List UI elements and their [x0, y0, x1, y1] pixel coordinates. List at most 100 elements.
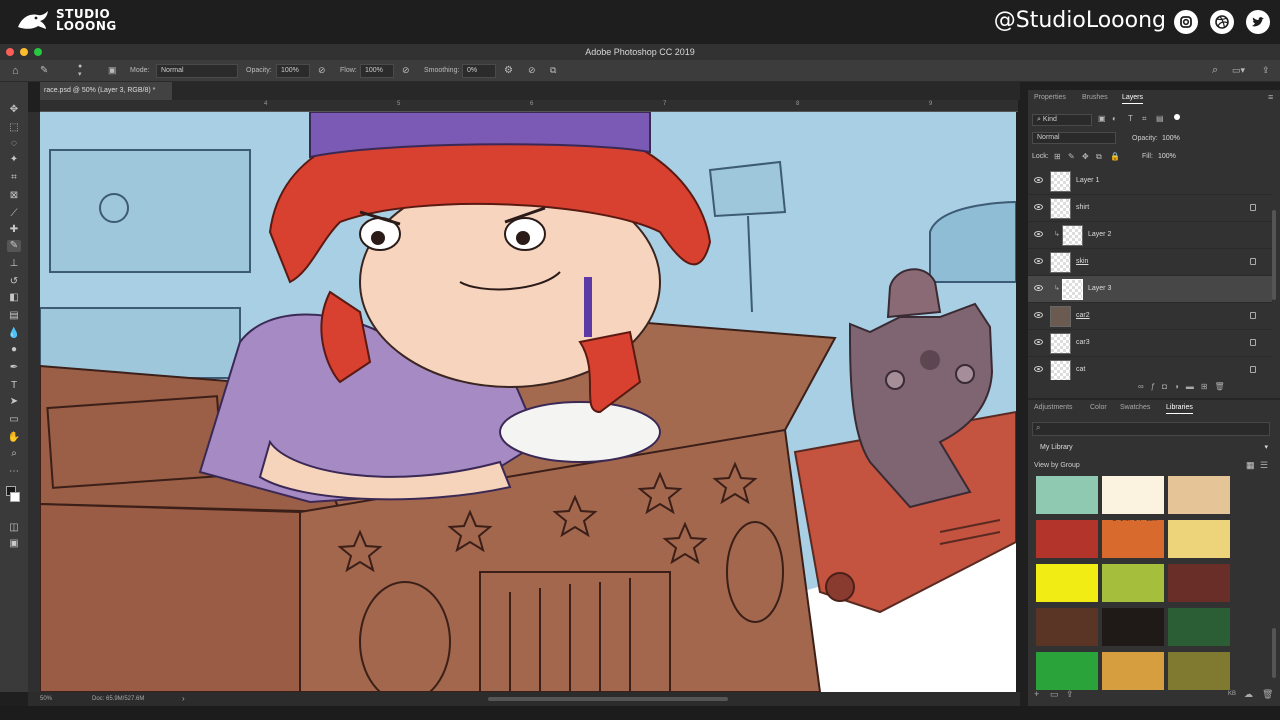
brush-tool-icon[interactable]: ✎	[40, 65, 48, 76]
upload-icon[interactable]: ⇪	[1066, 689, 1074, 700]
lock-image-icon[interactable]: ✎	[1068, 152, 1075, 161]
brush-settings-icon[interactable]: ▣	[108, 65, 117, 76]
visibility-eye-icon[interactable]	[1034, 231, 1043, 237]
clone-stamp-tool-icon[interactable]: ⊥	[7, 258, 21, 270]
tab-layers[interactable]: Layers	[1122, 94, 1144, 104]
zoom-level[interactable]: 50%	[40, 692, 52, 706]
visibility-eye-icon[interactable]	[1034, 258, 1043, 264]
pen-tool-icon[interactable]: ✒	[7, 362, 21, 374]
symmetry-icon[interactable]: ⧉	[550, 65, 556, 76]
move-tool-icon[interactable]: ✥	[7, 104, 21, 116]
lasso-tool-icon[interactable]: ◌	[7, 138, 21, 150]
lock-all-icon[interactable]: 🔒	[1110, 152, 1120, 161]
type-tool-icon[interactable]: T	[7, 380, 21, 392]
panel-menu-icon[interactable]: ≡	[1268, 92, 1273, 102]
marquee-tool-icon[interactable]: ⬚	[7, 122, 21, 134]
gradient-tool-icon[interactable]: ▤	[7, 310, 21, 322]
eyedropper-tool-icon[interactable]: ⟋	[7, 208, 21, 220]
vertical-ruler[interactable]	[28, 112, 40, 692]
rectangle-tool-icon[interactable]: ▭	[7, 414, 21, 426]
share-icon[interactable]: ⇪	[1262, 65, 1270, 76]
horizontal-ruler[interactable]: 4 5 6 7 8 9	[40, 100, 1018, 112]
library-color-swatch[interactable]	[1168, 476, 1230, 514]
library-color-swatch[interactable]	[1102, 608, 1164, 646]
horizontal-scrollbar[interactable]	[488, 697, 728, 701]
library-color-swatch[interactable]	[1168, 652, 1230, 690]
layer-opacity-value[interactable]: 100%	[1162, 135, 1180, 142]
add-content-icon[interactable]: +	[1034, 689, 1039, 699]
layer-row-layer-3[interactable]: ↳ Layer 3	[1028, 276, 1272, 303]
library-color-swatch[interactable]	[1036, 608, 1098, 646]
workspace-icon[interactable]: ▭▾	[1232, 65, 1245, 76]
flow-field[interactable]: 100%	[360, 64, 394, 78]
layer-row-skin[interactable]: skin	[1028, 249, 1272, 276]
minimize-window-button[interactable]	[20, 48, 28, 56]
document-tab[interactable]: race.psd @ 50% (Layer 3, RGB/8) *	[40, 82, 172, 100]
brush-preset-picker[interactable]: ● ▾	[78, 63, 82, 78]
brush-tool-icon[interactable]: ✎	[7, 240, 21, 252]
layers-scrollbar[interactable]	[1272, 210, 1276, 300]
layer-row-car3[interactable]: car3	[1028, 330, 1272, 357]
mode-select[interactable]: Normal	[156, 64, 238, 78]
eraser-tool-icon[interactable]: ◧	[7, 292, 21, 304]
library-color-swatch[interactable]	[1102, 476, 1164, 514]
library-select[interactable]: My Library ▾	[1032, 442, 1270, 454]
dodge-tool-icon[interactable]: ●	[7, 344, 21, 356]
layer-filter-select[interactable]: ⌕ Kind	[1032, 114, 1092, 126]
zoom-tool-icon[interactable]: ⌕	[7, 448, 21, 460]
dribbble-icon[interactable]	[1210, 10, 1234, 34]
library-color-swatch[interactable]	[1036, 564, 1098, 602]
lock-artboard-icon[interactable]: ⧉	[1096, 152, 1102, 162]
filter-pixel-icon[interactable]: ▣	[1098, 114, 1106, 123]
library-color-swatch[interactable]	[1102, 652, 1164, 690]
crop-tool-icon[interactable]: ⌗	[7, 172, 21, 184]
healing-brush-tool-icon[interactable]: ✚	[7, 224, 21, 236]
layer-mask-icon[interactable]: ◘	[1162, 382, 1174, 391]
library-search-input[interactable]: ⌕	[1032, 422, 1270, 436]
library-color-swatch[interactable]	[1102, 564, 1164, 602]
background-color-swatch[interactable]	[10, 492, 20, 502]
tab-color[interactable]: Color	[1090, 404, 1107, 411]
library-color-swatch[interactable]	[1036, 520, 1098, 558]
close-window-button[interactable]	[6, 48, 14, 56]
delete-layer-icon[interactable]: 🗑	[1215, 382, 1232, 391]
delete-icon[interactable]: 🗑	[1262, 689, 1273, 700]
pressure-size-icon[interactable]: ⊘	[528, 65, 536, 76]
libraries-scrollbar[interactable]	[1272, 628, 1276, 678]
status-menu-chevron-icon[interactable]: ›	[182, 692, 185, 706]
filter-type-icon[interactable]: T	[1128, 114, 1133, 123]
new-group-icon[interactable]: ▬	[1186, 382, 1201, 391]
cloud-icon[interactable]: ☁	[1244, 689, 1253, 700]
zoom-window-button[interactable]	[34, 48, 42, 56]
visibility-eye-icon[interactable]	[1034, 339, 1043, 345]
tab-adjustments[interactable]: Adjustments	[1034, 404, 1073, 411]
path-selection-tool-icon[interactable]: ➤	[7, 396, 21, 408]
lock-transparent-icon[interactable]: ⊞	[1054, 152, 1061, 161]
fill-value[interactable]: 100%	[1158, 153, 1176, 160]
search-icon[interactable]: ⌕	[1212, 64, 1218, 77]
tab-properties[interactable]: Properties	[1034, 94, 1066, 101]
quick-mask-icon[interactable]: ◫	[7, 522, 21, 534]
layer-row-car2[interactable]: car2	[1028, 303, 1272, 330]
visibility-eye-icon[interactable]	[1034, 366, 1043, 372]
blend-mode-select[interactable]: Normal	[1032, 132, 1116, 144]
lock-position-icon[interactable]: ✥	[1082, 152, 1089, 161]
tab-swatches[interactable]: Swatches	[1120, 404, 1150, 411]
tab-brushes[interactable]: Brushes	[1082, 94, 1108, 101]
layer-row-cat[interactable]: cat	[1028, 357, 1272, 380]
link-layers-icon[interactable]: ∞	[1138, 382, 1151, 391]
layer-style-icon[interactable]: ƒ	[1151, 382, 1162, 391]
airbrush-icon[interactable]: ⊘	[402, 65, 410, 76]
library-color-swatch[interactable]	[1168, 520, 1230, 558]
blur-tool-icon[interactable]: 💧	[7, 328, 21, 340]
library-color-swatch[interactable]	[1168, 564, 1230, 602]
layer-row-shirt[interactable]: shirt	[1028, 195, 1272, 222]
visibility-eye-icon[interactable]	[1034, 285, 1043, 291]
folder-icon[interactable]: ▭	[1050, 689, 1059, 700]
document-canvas[interactable]	[40, 112, 1016, 692]
library-color-swatch[interactable]	[1036, 652, 1098, 690]
magic-wand-tool-icon[interactable]: ✦	[7, 154, 21, 166]
hand-tool-icon[interactable]: ✋	[7, 432, 21, 444]
list-view-icon[interactable]: ☰	[1260, 460, 1268, 471]
adjustment-layer-icon[interactable]: ◑	[1174, 382, 1186, 391]
